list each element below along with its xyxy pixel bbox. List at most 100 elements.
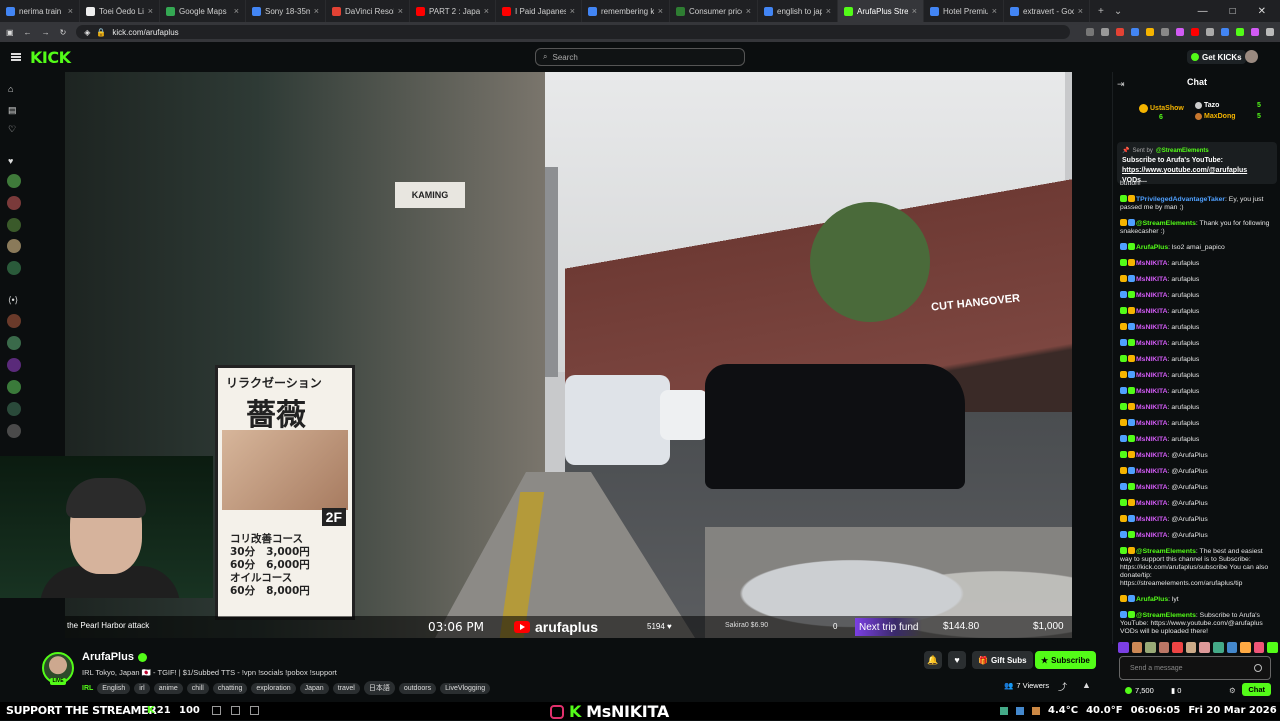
more-options-icon[interactable]: ▲: [1082, 680, 1091, 690]
chat-username[interactable]: MsNIKITA: [1136, 452, 1168, 459]
kick-logo[interactable]: KICK: [30, 48, 71, 67]
stream-tag[interactable]: English: [97, 682, 131, 694]
stream-tag[interactable]: chill: [186, 682, 209, 694]
chat-username[interactable]: MsNIKITA: [1136, 404, 1168, 411]
chat-message[interactable]: MsNIKITA: @ArufaPlus: [1120, 451, 1276, 460]
get-kicks-button[interactable]: Get KICKs: [1187, 50, 1246, 64]
chat-message[interactable]: MsNIKITA: arufaplus: [1120, 387, 1276, 396]
following-icon[interactable]: ♡: [8, 124, 16, 135]
close-window-icon[interactable]: ✕: [1258, 6, 1266, 17]
close-tab-icon[interactable]: ×: [992, 6, 997, 16]
video-player[interactable]: KAMING CUT HANGOVER リラクゼーション 薔薇 2F コリ改善コ…: [65, 72, 1072, 638]
extension-icon[interactable]: [1146, 28, 1154, 36]
tab-list-icon[interactable]: ⌄: [1114, 6, 1122, 17]
heart-icon[interactable]: ♥: [8, 156, 13, 166]
emote-icon[interactable]: [1118, 641, 1129, 653]
browser-tab[interactable]: ArufaPlus Stream ×: [838, 0, 924, 22]
send-chat-button[interactable]: Chat: [1242, 683, 1271, 696]
browser-tab[interactable]: PART 2 : Japan is curr ×: [410, 0, 496, 22]
browser-tab[interactable]: english to japanese - ×: [758, 0, 838, 22]
chat-username[interactable]: MsNIKITA: [1136, 420, 1168, 427]
share-icon[interactable]: ⤴: [1058, 680, 1067, 693]
follow-heart-button[interactable]: ♥: [948, 651, 966, 669]
emote-icon[interactable]: [1158, 641, 1170, 653]
emoji-icon[interactable]: [1254, 664, 1262, 672]
chat-username[interactable]: TPrivilegedAdvantageTaker: [1136, 196, 1225, 203]
extension-icon[interactable]: [1221, 28, 1229, 36]
close-tab-icon[interactable]: ×: [484, 6, 489, 16]
close-tab-icon[interactable]: ×: [148, 6, 153, 16]
chat-username[interactable]: @StreamElements: [1136, 548, 1196, 555]
chat-message[interactable]: TPrivilegedAdvantageTaker: Ey, you just …: [1120, 195, 1276, 212]
extension-icon[interactable]: [1086, 28, 1094, 36]
chat-username[interactable]: MsNIKITA: [1136, 484, 1168, 491]
emote-icon[interactable]: [1267, 641, 1278, 653]
user-avatar[interactable]: [1245, 50, 1258, 63]
extension-icon[interactable]: [1131, 28, 1139, 36]
close-tab-icon[interactable]: ×: [826, 6, 831, 16]
chat-username[interactable]: ArufaPlus: [1136, 596, 1168, 603]
chat-username[interactable]: MsNIKITA: [1136, 372, 1168, 379]
extension-icon[interactable]: [1116, 28, 1124, 36]
taskbar-app-icon[interactable]: [212, 706, 221, 715]
stream-tag[interactable]: exploration: [251, 682, 296, 694]
chat-username[interactable]: ArufaPlus: [1136, 244, 1168, 251]
browse-icon[interactable]: ▤: [8, 105, 17, 116]
close-tab-icon[interactable]: ×: [68, 6, 73, 16]
stream-tag[interactable]: 日本語: [363, 681, 395, 695]
emote-icon[interactable]: [1131, 641, 1143, 653]
recommended-channel-avatar[interactable]: [7, 424, 21, 438]
recommended-channel-avatar[interactable]: [7, 358, 21, 372]
chat-username[interactable]: MsNIKITA: [1136, 260, 1168, 267]
leaderboard-item[interactable]: MaxDong: [1195, 113, 1236, 120]
chat-message[interactable]: MsNIKITA: arufaplus: [1120, 307, 1276, 316]
subscribe-button[interactable]: ★ Subscribe: [1035, 651, 1096, 669]
chat-username[interactable]: MsNIKITA: [1136, 340, 1168, 347]
chat-username[interactable]: MsNIKITA: [1136, 500, 1168, 507]
extension-icon[interactable]: [1251, 28, 1259, 36]
chat-message[interactable]: ArufaPlus: lso2 amai_papico: [1120, 243, 1276, 252]
browser-tab[interactable]: DaVinci Resolve — M ×: [326, 0, 410, 22]
back-icon[interactable]: ←: [24, 28, 32, 37]
chat-message[interactable]: @StreamElements: The best and easiest wa…: [1120, 547, 1276, 588]
minimize-icon[interactable]: —: [1198, 6, 1208, 17]
emote-icon[interactable]: [1226, 641, 1238, 653]
pinned-message[interactable]: 📌 Sent by @StreamElements Subscribe to A…: [1117, 142, 1277, 184]
extension-icon[interactable]: [1176, 28, 1184, 36]
extension-icon[interactable]: [1191, 28, 1199, 36]
chat-message[interactable]: @StreamElements: Thank you for following…: [1120, 219, 1276, 236]
chat-username[interactable]: MsNIKITA: [1136, 388, 1168, 395]
stream-category[interactable]: IRL: [82, 685, 93, 692]
emote-icon[interactable]: [1172, 641, 1183, 653]
chat-username[interactable]: MsNIKITA: [1136, 276, 1168, 283]
close-tab-icon[interactable]: ×: [234, 6, 239, 16]
close-tab-icon[interactable]: ×: [570, 6, 575, 16]
chat-message[interactable]: MsNIKITA: arufaplus: [1120, 371, 1276, 380]
close-tab-icon[interactable]: ×: [314, 6, 319, 16]
close-tab-icon[interactable]: ×: [658, 6, 663, 16]
close-tab-icon[interactable]: ×: [746, 6, 751, 16]
stream-tag[interactable]: anime: [153, 682, 183, 694]
chat-message[interactable]: ArufaPlus: lyt: [1120, 595, 1276, 604]
gift-subs-button[interactable]: 🎁 Gift Subs: [972, 651, 1033, 669]
chat-message[interactable]: MsNIKITA: @ArufaPlus: [1120, 515, 1276, 524]
browser-tab[interactable]: Toei Ōedo Line - Wiki ×: [80, 0, 160, 22]
home-icon[interactable]: ⌂: [8, 84, 13, 94]
extension-icon[interactable]: [1236, 28, 1244, 36]
recommended-channel-avatar[interactable]: [7, 314, 21, 328]
hamburger-menu-icon[interactable]: [11, 53, 21, 61]
streamer-name[interactable]: ArufaPlus: [82, 651, 147, 663]
chat-message[interactable]: button!: [1120, 180, 1276, 188]
chat-settings-icon[interactable]: ⚙: [1229, 686, 1236, 695]
browser-tab[interactable]: I Paid Japanese Peopl ×: [496, 0, 582, 22]
stream-tag[interactable]: chatting: [212, 682, 248, 694]
stream-tag[interactable]: travel: [332, 682, 360, 694]
new-tab-icon[interactable]: +: [1098, 6, 1104, 17]
chat-message[interactable]: MsNIKITA: arufaplus: [1120, 355, 1276, 364]
chat-message-input[interactable]: Send a message: [1119, 656, 1271, 680]
chat-message[interactable]: MsNIKITA: arufaplus: [1120, 403, 1276, 412]
close-tab-icon[interactable]: ×: [1078, 6, 1083, 16]
chat-message[interactable]: MsNIKITA: @ArufaPlus: [1120, 499, 1276, 508]
chat-message[interactable]: MsNIKITA: arufaplus: [1120, 339, 1276, 348]
chat-username[interactable]: MsNIKITA: [1136, 356, 1168, 363]
